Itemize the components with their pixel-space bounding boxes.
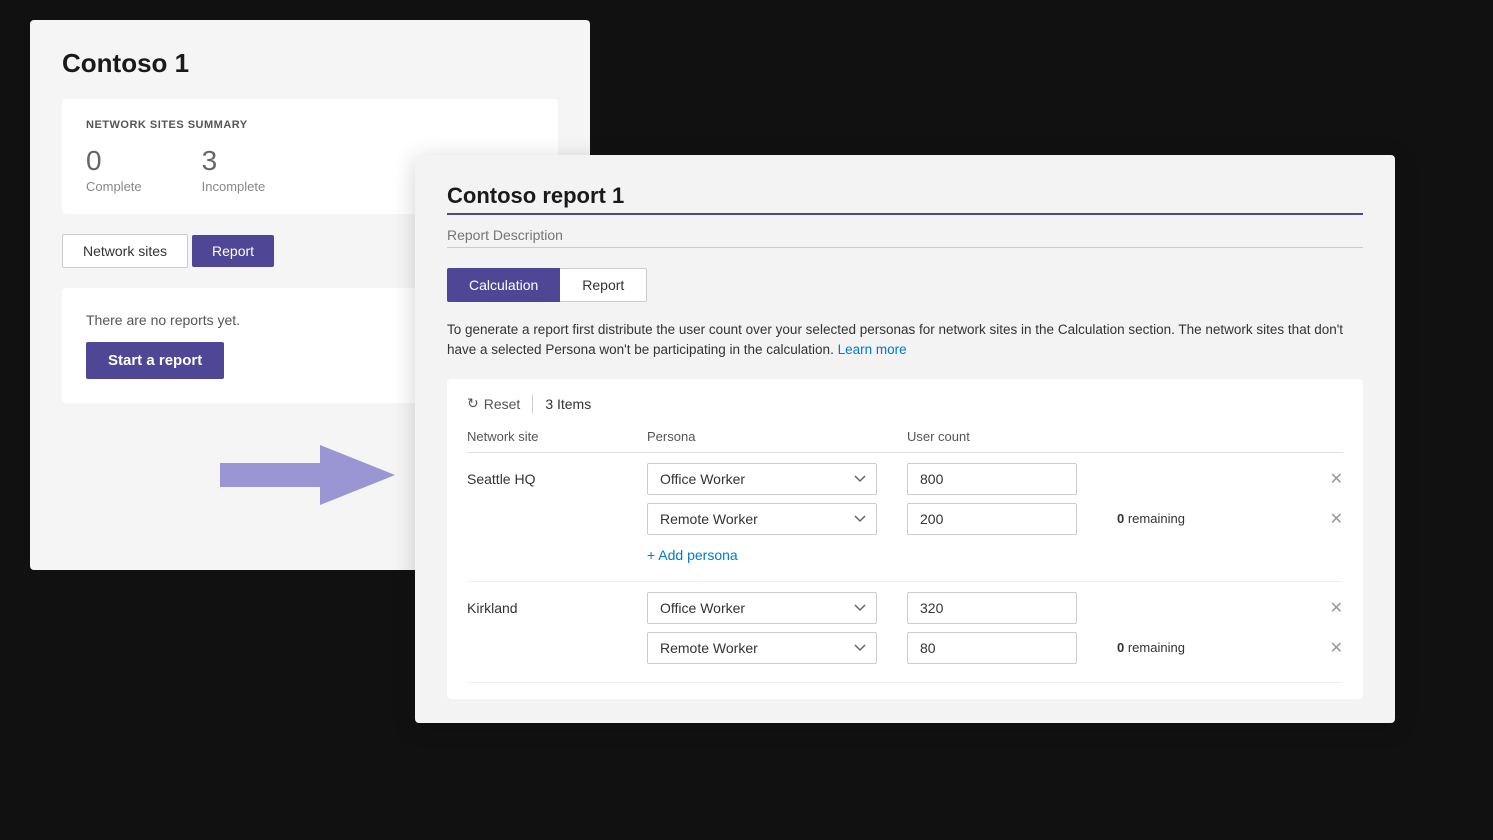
table-row: Seattle HQ Office Worker Remote Worker ✕ xyxy=(467,463,1343,495)
table-row: Kirkland Office Worker Remote Worker ✕ xyxy=(467,592,1343,624)
user-count-input-kirkland-2[interactable] xyxy=(907,632,1077,664)
report-description-input[interactable] xyxy=(447,227,1363,248)
close-button-seattle-1[interactable]: ✕ xyxy=(1330,469,1343,489)
col-user-count: User count xyxy=(907,429,1107,444)
user-count-wrapper-kirkland-1 xyxy=(907,592,1107,624)
col-persona: Persona xyxy=(647,429,907,444)
summary-label: NETWORK SITES SUMMARY xyxy=(86,119,534,131)
complete-count-item: 0 Complete xyxy=(86,145,142,194)
items-count: 3 Items xyxy=(545,396,591,412)
remaining-seattle-2: 0 remaining xyxy=(1107,510,1313,528)
user-count-wrapper-seattle-2 xyxy=(907,503,1107,535)
main-panel: Calculation Report To generate a report … xyxy=(415,155,1395,723)
info-text: To generate a report first distribute th… xyxy=(447,320,1363,361)
tab-report[interactable]: Report xyxy=(192,235,274,267)
site-name-seattle: Seattle HQ xyxy=(467,471,647,487)
user-count-wrapper-kirkland-2 xyxy=(907,632,1107,664)
persona-select-kirkland-1[interactable]: Office Worker Remote Worker xyxy=(647,592,877,624)
table-body: Seattle HQ Office Worker Remote Worker ✕ xyxy=(467,453,1343,683)
table-row: Office Worker Remote Worker 0 remaining … xyxy=(467,503,1343,535)
reset-icon: ↻ xyxy=(467,395,479,412)
learn-more-link[interactable]: Learn more xyxy=(838,342,907,357)
tab-report[interactable]: Report xyxy=(560,268,647,302)
persona-select-wrapper-2: Office Worker Remote Worker xyxy=(647,503,907,535)
tab-network-sites[interactable]: Network sites xyxy=(62,234,188,268)
col-action xyxy=(1313,429,1343,444)
arrow-container xyxy=(220,445,395,510)
col-network-site: Network site xyxy=(467,429,647,444)
site-group-kirkland: Kirkland Office Worker Remote Worker ✕ xyxy=(467,582,1343,683)
add-persona-button-seattle[interactable]: + Add persona xyxy=(467,543,738,567)
table-area: ↻ Reset 3 Items Network site Persona Use… xyxy=(447,379,1363,699)
persona-select-wrapper: Office Worker Remote Worker xyxy=(647,463,907,495)
table-row: Office Worker Remote Worker 0 remaining … xyxy=(467,632,1343,664)
reset-button[interactable]: ↻ Reset xyxy=(467,395,520,412)
persona-select-kirkland-2[interactable]: Office Worker Remote Worker xyxy=(647,632,877,664)
incomplete-count-item: 3 Incomplete xyxy=(202,145,266,194)
incomplete-count: 3 xyxy=(202,145,266,177)
user-count-wrapper-seattle-1 xyxy=(907,463,1107,495)
report-title-input[interactable] xyxy=(447,183,1363,215)
start-report-button[interactable]: Start a report xyxy=(86,342,224,379)
close-button-kirkland-1[interactable]: ✕ xyxy=(1330,598,1343,618)
persona-select-seattle-2[interactable]: Office Worker Remote Worker xyxy=(647,503,877,535)
remaining-badge-seattle-2: 0 remaining xyxy=(1107,511,1185,526)
close-button-seattle-2[interactable]: ✕ xyxy=(1330,509,1343,529)
persona-select-wrapper-k2: Office Worker Remote Worker xyxy=(647,632,907,664)
col-spacer xyxy=(1107,429,1313,444)
site-name-kirkland: Kirkland xyxy=(467,600,647,616)
incomplete-label: Incomplete xyxy=(202,179,266,194)
persona-select-wrapper-k1: Office Worker Remote Worker xyxy=(647,592,907,624)
complete-label: Complete xyxy=(86,179,142,194)
table-toolbar: ↻ Reset 3 Items xyxy=(467,395,1343,413)
user-count-input-seattle-2[interactable] xyxy=(907,503,1077,535)
toolbar-divider xyxy=(532,395,533,413)
add-persona-row-seattle: + Add persona xyxy=(467,543,1343,571)
persona-select-seattle-1[interactable]: Office Worker Remote Worker xyxy=(647,463,877,495)
panel-tabs-row: Calculation Report xyxy=(447,268,1363,302)
reset-label: Reset xyxy=(484,396,521,412)
tab-calculation[interactable]: Calculation xyxy=(447,268,560,302)
remaining-kirkland-2: 0 remaining xyxy=(1107,639,1313,657)
table-header: Network site Persona User count xyxy=(467,429,1343,453)
complete-count: 0 xyxy=(86,145,142,177)
site-group-seattle: Seattle HQ Office Worker Remote Worker ✕ xyxy=(467,453,1343,582)
close-button-kirkland-2[interactable]: ✕ xyxy=(1330,638,1343,658)
arrow-icon xyxy=(220,445,395,505)
bg-card-title: Contoso 1 xyxy=(62,48,558,79)
user-count-input-kirkland-1[interactable] xyxy=(907,592,1077,624)
user-count-input-seattle-1[interactable] xyxy=(907,463,1077,495)
remaining-badge-kirkland-2: 0 remaining xyxy=(1107,640,1185,655)
